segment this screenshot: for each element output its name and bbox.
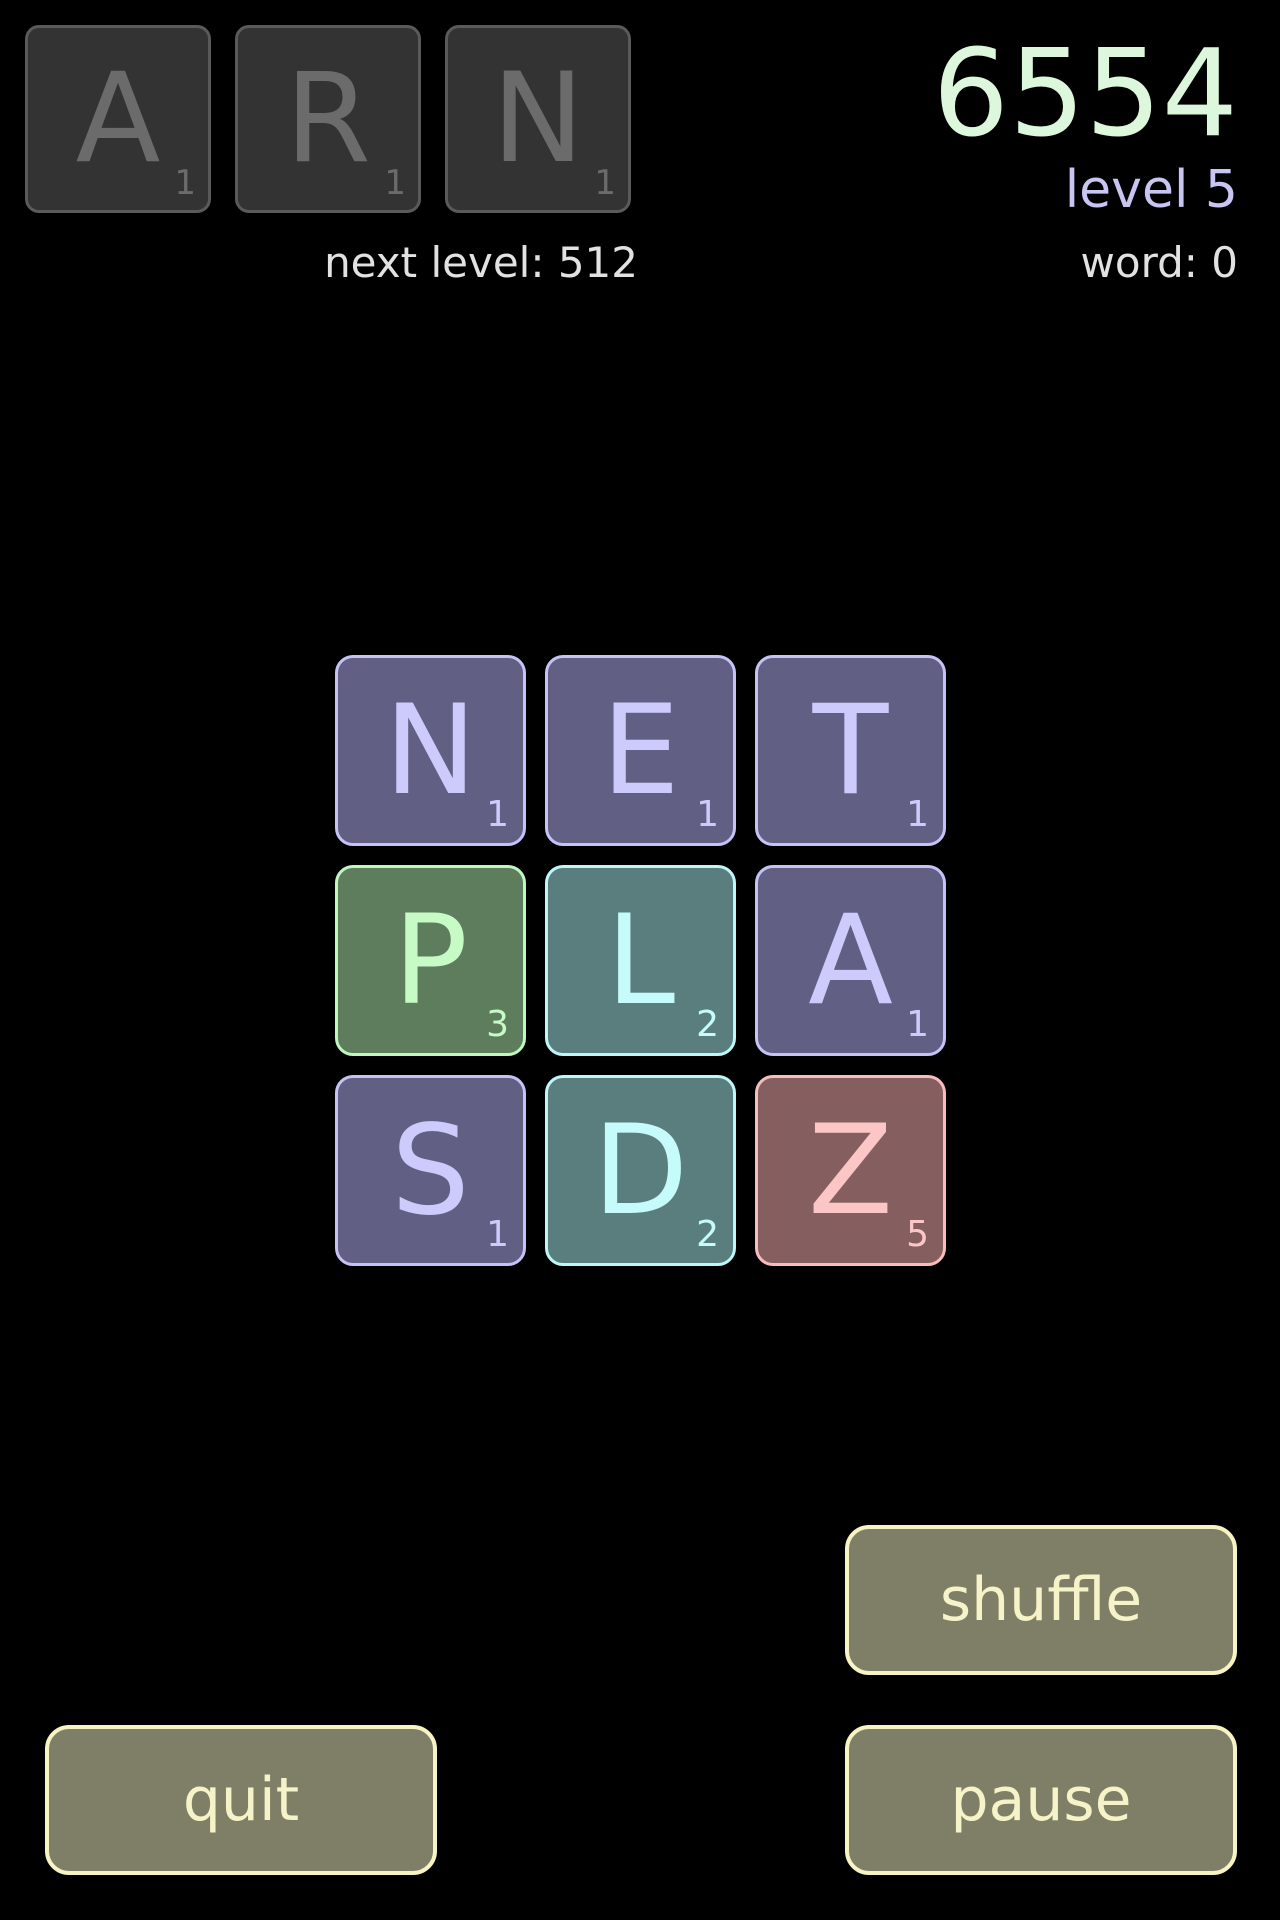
tile-points: 1 [906, 794, 929, 835]
shuffle-button[interactable]: shuffle [845, 1525, 1237, 1675]
board-tile[interactable]: S 1 [335, 1075, 526, 1266]
queue-tile: A 1 [25, 25, 211, 213]
word-score-label: word: 0 [1080, 238, 1238, 287]
board-tile[interactable]: T 1 [755, 655, 946, 846]
board-tile[interactable]: L 2 [545, 865, 736, 1056]
queue-tile-points: 1 [384, 163, 406, 203]
tile-points: 2 [696, 1214, 719, 1255]
queue-tile: R 1 [235, 25, 421, 213]
pause-button[interactable]: pause [845, 1725, 1237, 1875]
tile-points: 5 [906, 1214, 929, 1255]
next-level-label: next level: 512 [324, 238, 638, 287]
score-value: 6554 [932, 25, 1238, 164]
board-tile[interactable]: D 2 [545, 1075, 736, 1266]
board-tile[interactable]: N 1 [335, 655, 526, 846]
board-tile[interactable]: E 1 [545, 655, 736, 846]
quit-button[interactable]: quit [45, 1725, 437, 1875]
tile-points: 1 [696, 794, 719, 835]
tile-points: 1 [486, 1214, 509, 1255]
board-tile[interactable]: P 3 [335, 865, 526, 1056]
tile-points: 2 [696, 1004, 719, 1045]
queue-tile-points: 1 [174, 163, 196, 203]
board-tile[interactable]: Z 5 [755, 1075, 946, 1266]
level-label: level 5 [1064, 160, 1238, 220]
board-tile[interactable]: A 1 [755, 865, 946, 1056]
queue-tile-points: 1 [594, 163, 616, 203]
tile-points: 1 [906, 1004, 929, 1045]
tile-points: 3 [486, 1004, 509, 1045]
tile-points: 1 [486, 794, 509, 835]
queue-tile: N 1 [445, 25, 631, 213]
